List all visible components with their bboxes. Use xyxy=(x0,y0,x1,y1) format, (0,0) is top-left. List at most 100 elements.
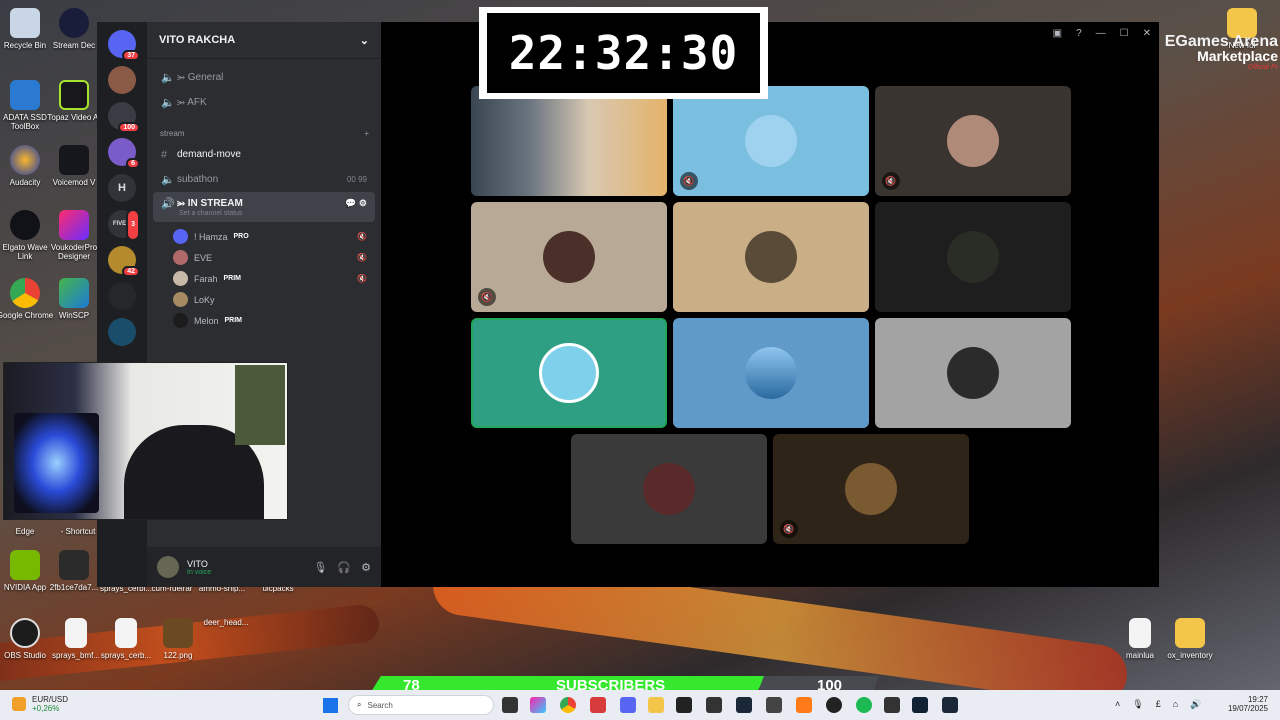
server-icon[interactable] xyxy=(108,66,136,94)
headphones-icon[interactable]: 🎧 xyxy=(337,561,351,574)
notification-badge: 42 xyxy=(122,266,140,277)
desktop-icon-edge[interactable]: Edge xyxy=(0,527,55,536)
participant-tile[interactable]: 🔇 xyxy=(875,86,1071,196)
participant-tile[interactable]: 🔇 xyxy=(673,86,869,196)
system-tray: ˄ 🎙 £ ⌂ 🔊 xyxy=(1115,699,1201,710)
voukoder-icon xyxy=(59,210,89,240)
desktop-icon-file[interactable]: sprays_cerb... xyxy=(96,618,156,660)
server-header[interactable]: VITO RAKCHA ⌄ xyxy=(147,22,381,59)
participant-tile[interactable] xyxy=(875,318,1071,428)
copilot-icon[interactable] xyxy=(530,697,546,713)
avatar xyxy=(173,313,188,328)
app-icon[interactable] xyxy=(796,697,812,713)
participant-tile[interactable] xyxy=(673,318,869,428)
desktop-icon-folder[interactable]: ox_inventory xyxy=(1160,618,1220,660)
server-icon-h[interactable]: H xyxy=(108,174,136,202)
participant-tile[interactable] xyxy=(673,202,869,312)
elgato-wave-icon xyxy=(10,210,40,240)
steam-icon[interactable] xyxy=(736,697,752,713)
desktop-icon-file[interactable]: 2fb1ce7da7... xyxy=(44,550,104,592)
voice-member[interactable]: EVE 🔇 xyxy=(173,247,367,268)
clock[interactable]: 19:27 19/07/2025 xyxy=(1224,695,1268,713)
participant-tile[interactable] xyxy=(875,202,1071,312)
voice-channel-in-stream[interactable]: 🔊 ⭃ IN STREAM 💬 ⚙ Set a channel status xyxy=(153,192,375,222)
participant-tile[interactable] xyxy=(571,434,767,544)
voice-member[interactable]: ! Hamza PRO 🔇 xyxy=(173,226,367,247)
timer-display: 22:32:30 xyxy=(487,13,760,93)
microphone-icon[interactable]: 🎙 xyxy=(313,561,327,574)
chevron-up-icon[interactable]: ˄ xyxy=(1115,699,1120,710)
app-icon[interactable] xyxy=(706,697,722,713)
search-box[interactable]: ⌕ Search xyxy=(348,695,494,715)
app-icon[interactable] xyxy=(766,697,782,713)
participant-tile-speaking[interactable] xyxy=(471,318,667,428)
channel-settings-icons[interactable]: 💬 ⚙ xyxy=(345,198,367,209)
inbox-icon[interactable]: ▣ xyxy=(1053,28,1062,39)
discord-home-button[interactable]: 37 xyxy=(108,30,140,61)
minimize-icon[interactable]: — xyxy=(1096,28,1106,39)
recycle-bin-icon xyxy=(10,8,40,38)
participant-tile[interactable]: 🔇 xyxy=(773,434,969,544)
chrome-icon xyxy=(10,278,40,308)
app-icon[interactable] xyxy=(676,697,692,713)
avatar xyxy=(845,463,897,515)
text-channel-demand-move[interactable]: # demand-move xyxy=(153,142,375,167)
voice-member[interactable]: LoKy xyxy=(173,289,367,310)
steam-icon[interactable] xyxy=(942,697,958,713)
desktop-icon-winscp[interactable]: WinSCP xyxy=(44,278,104,320)
chevron-down-icon[interactable]: ⌄ xyxy=(360,34,369,47)
audacity-icon xyxy=(10,145,40,175)
server-icon[interactable]: 100 xyxy=(108,102,140,133)
folder-taskbar-icon[interactable] xyxy=(648,697,664,713)
category-header[interactable]: stream + xyxy=(160,129,381,138)
discord-taskbar-icon[interactable] xyxy=(620,697,636,713)
app-icon[interactable] xyxy=(590,697,606,713)
server-icon[interactable]: 42 xyxy=(108,246,140,277)
notification-badge: 6 xyxy=(126,158,140,169)
chart-icon xyxy=(12,697,26,711)
microphone-icon[interactable]: 🎙 xyxy=(1132,699,1143,710)
chrome-taskbar-icon[interactable] xyxy=(560,697,576,713)
currency-widget[interactable]: EUR/USD +0,26% xyxy=(12,695,68,713)
avatar xyxy=(173,271,188,286)
avatar[interactable] xyxy=(157,556,179,578)
avatar xyxy=(745,231,797,283)
voice-member[interactable]: Farah PRIM 🔇 xyxy=(173,268,367,289)
app-icon[interactable] xyxy=(884,697,900,713)
gear-icon[interactable]: ⚙ xyxy=(361,561,371,574)
hash-icon: # xyxy=(161,148,168,161)
avatar xyxy=(947,115,999,167)
video-tile-streamer[interactable] xyxy=(471,86,667,196)
participant-tile[interactable]: 🔇 xyxy=(471,202,667,312)
avatar xyxy=(173,229,188,244)
desktop-icon-topaz[interactable]: Topaz Video AI xyxy=(44,80,104,122)
voice-member[interactable]: Melon PRIM xyxy=(173,310,367,331)
channel-status[interactable]: Set a channel status xyxy=(161,210,367,217)
text-channel-subathon[interactable]: 🔈 subathon 00 99 xyxy=(153,167,375,192)
voice-channel-general[interactable]: 🔈 ⭃ General xyxy=(153,65,375,90)
desktop-icon-file[interactable]: deer_head... xyxy=(196,618,256,627)
help-icon[interactable]: ? xyxy=(1076,28,1082,39)
voice-channel-afk[interactable]: 🔈 ⭃ AFK xyxy=(153,90,375,115)
plant-backdrop xyxy=(235,365,285,445)
task-view-icon[interactable] xyxy=(502,697,518,713)
speaker-icon: 🔊 xyxy=(161,198,175,210)
server-icon[interactable] xyxy=(108,318,136,346)
desktop-icon-stream-deck[interactable]: Stream Dec xyxy=(44,8,104,50)
start-icon[interactable] xyxy=(323,698,338,713)
server-icon[interactable]: 6 xyxy=(108,138,140,169)
server-icon-fivem[interactable]: FIVEM 3 xyxy=(108,209,140,241)
muted-icon: 🔇 xyxy=(357,232,367,241)
app-icon[interactable] xyxy=(912,697,928,713)
avatar xyxy=(173,292,188,307)
network-icon[interactable]: ⌂ xyxy=(1173,699,1178,710)
obs-taskbar-icon[interactable] xyxy=(826,697,842,713)
desktop-icon-voukoder[interactable]: VoukoderPro Designer xyxy=(44,210,104,261)
volume-icon[interactable]: 🔊 xyxy=(1190,699,1201,710)
plus-icon[interactable]: + xyxy=(364,129,369,138)
spotify-icon[interactable] xyxy=(856,697,872,713)
avatar xyxy=(745,115,797,167)
desktop-icon-voicemod[interactable]: Voicemod V xyxy=(44,145,104,187)
server-icon[interactable] xyxy=(108,282,136,310)
currency-icon[interactable]: £ xyxy=(1156,699,1161,710)
